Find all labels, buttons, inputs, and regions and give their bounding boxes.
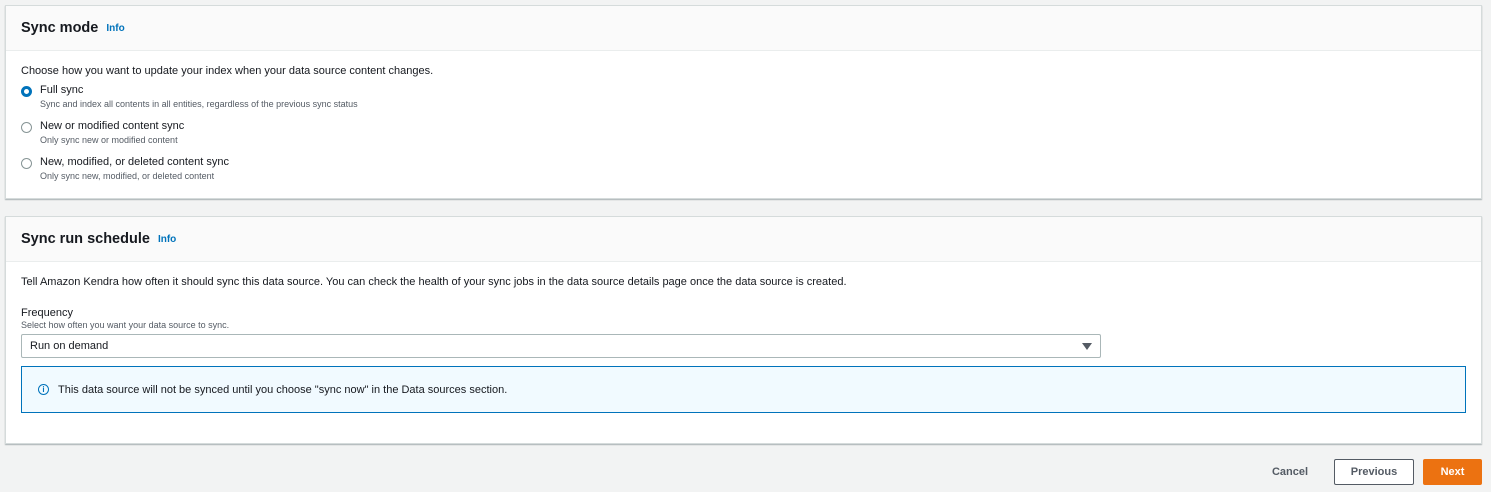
sync-mode-title: Sync mode [21, 20, 99, 36]
sync-schedule-header: Sync run schedule Info [6, 217, 1481, 262]
radio-description: Only sync new, modified, or deleted cont… [40, 171, 215, 181]
sync-mode-panel: Sync mode Info Choose how you want to up… [5, 5, 1482, 199]
sync-schedule-panel: Sync run schedule Info Tell Amazon Kendr… [5, 216, 1482, 444]
sync-schedule-description: Tell Amazon Kendra how often it should s… [21, 276, 847, 288]
frequency-description: Select how often you want your data sour… [21, 320, 230, 330]
frequency-select[interactable]: Run on demand [21, 334, 1101, 358]
radio-option-new-modified[interactable]: New or modified content sync Only sync n… [21, 120, 1466, 156]
next-button[interactable]: Next [1423, 459, 1482, 485]
alert-text: This data source will not be synced unti… [58, 383, 508, 396]
sync-schedule-title: Sync run schedule [21, 231, 150, 247]
radio-label: New, modified, or deleted content sync [40, 156, 229, 168]
previous-button[interactable]: Previous [1334, 459, 1414, 485]
radio-button-new-modified[interactable] [21, 122, 32, 133]
sync-mode-header: Sync mode Info [6, 6, 1481, 51]
radio-description: Only sync new or modified content [40, 135, 178, 145]
radio-option-new-modified-deleted[interactable]: New, modified, or deleted content sync O… [21, 156, 1466, 192]
radio-label: Full sync [40, 84, 84, 96]
radio-label: New or modified content sync [40, 120, 185, 132]
sync-schedule-body: Tell Amazon Kendra how often it should s… [6, 262, 1481, 413]
frequency-selected-value: Run on demand [30, 340, 109, 352]
info-alert: i This data source will not be synced un… [21, 366, 1466, 413]
sync-schedule-info-link[interactable]: Info [158, 234, 176, 245]
radio-description: Sync and index all contents in all entit… [40, 99, 358, 109]
radio-option-full-sync[interactable]: Full sync Sync and index all contents in… [21, 84, 1466, 120]
info-circle-icon: i [38, 384, 49, 395]
caret-down-icon [1082, 342, 1092, 350]
frequency-label: Frequency [21, 307, 73, 319]
radio-button-full-sync[interactable] [21, 86, 32, 97]
sync-mode-info-link[interactable]: Info [106, 23, 124, 34]
cancel-button[interactable]: Cancel [1258, 459, 1322, 485]
sync-mode-description: Choose how you want to update your index… [21, 65, 434, 77]
sync-mode-radio-group: Full sync Sync and index all contents in… [21, 84, 1466, 192]
sync-mode-body: Choose how you want to update your index… [6, 51, 1481, 192]
radio-button-new-modified-deleted[interactable] [21, 158, 32, 169]
